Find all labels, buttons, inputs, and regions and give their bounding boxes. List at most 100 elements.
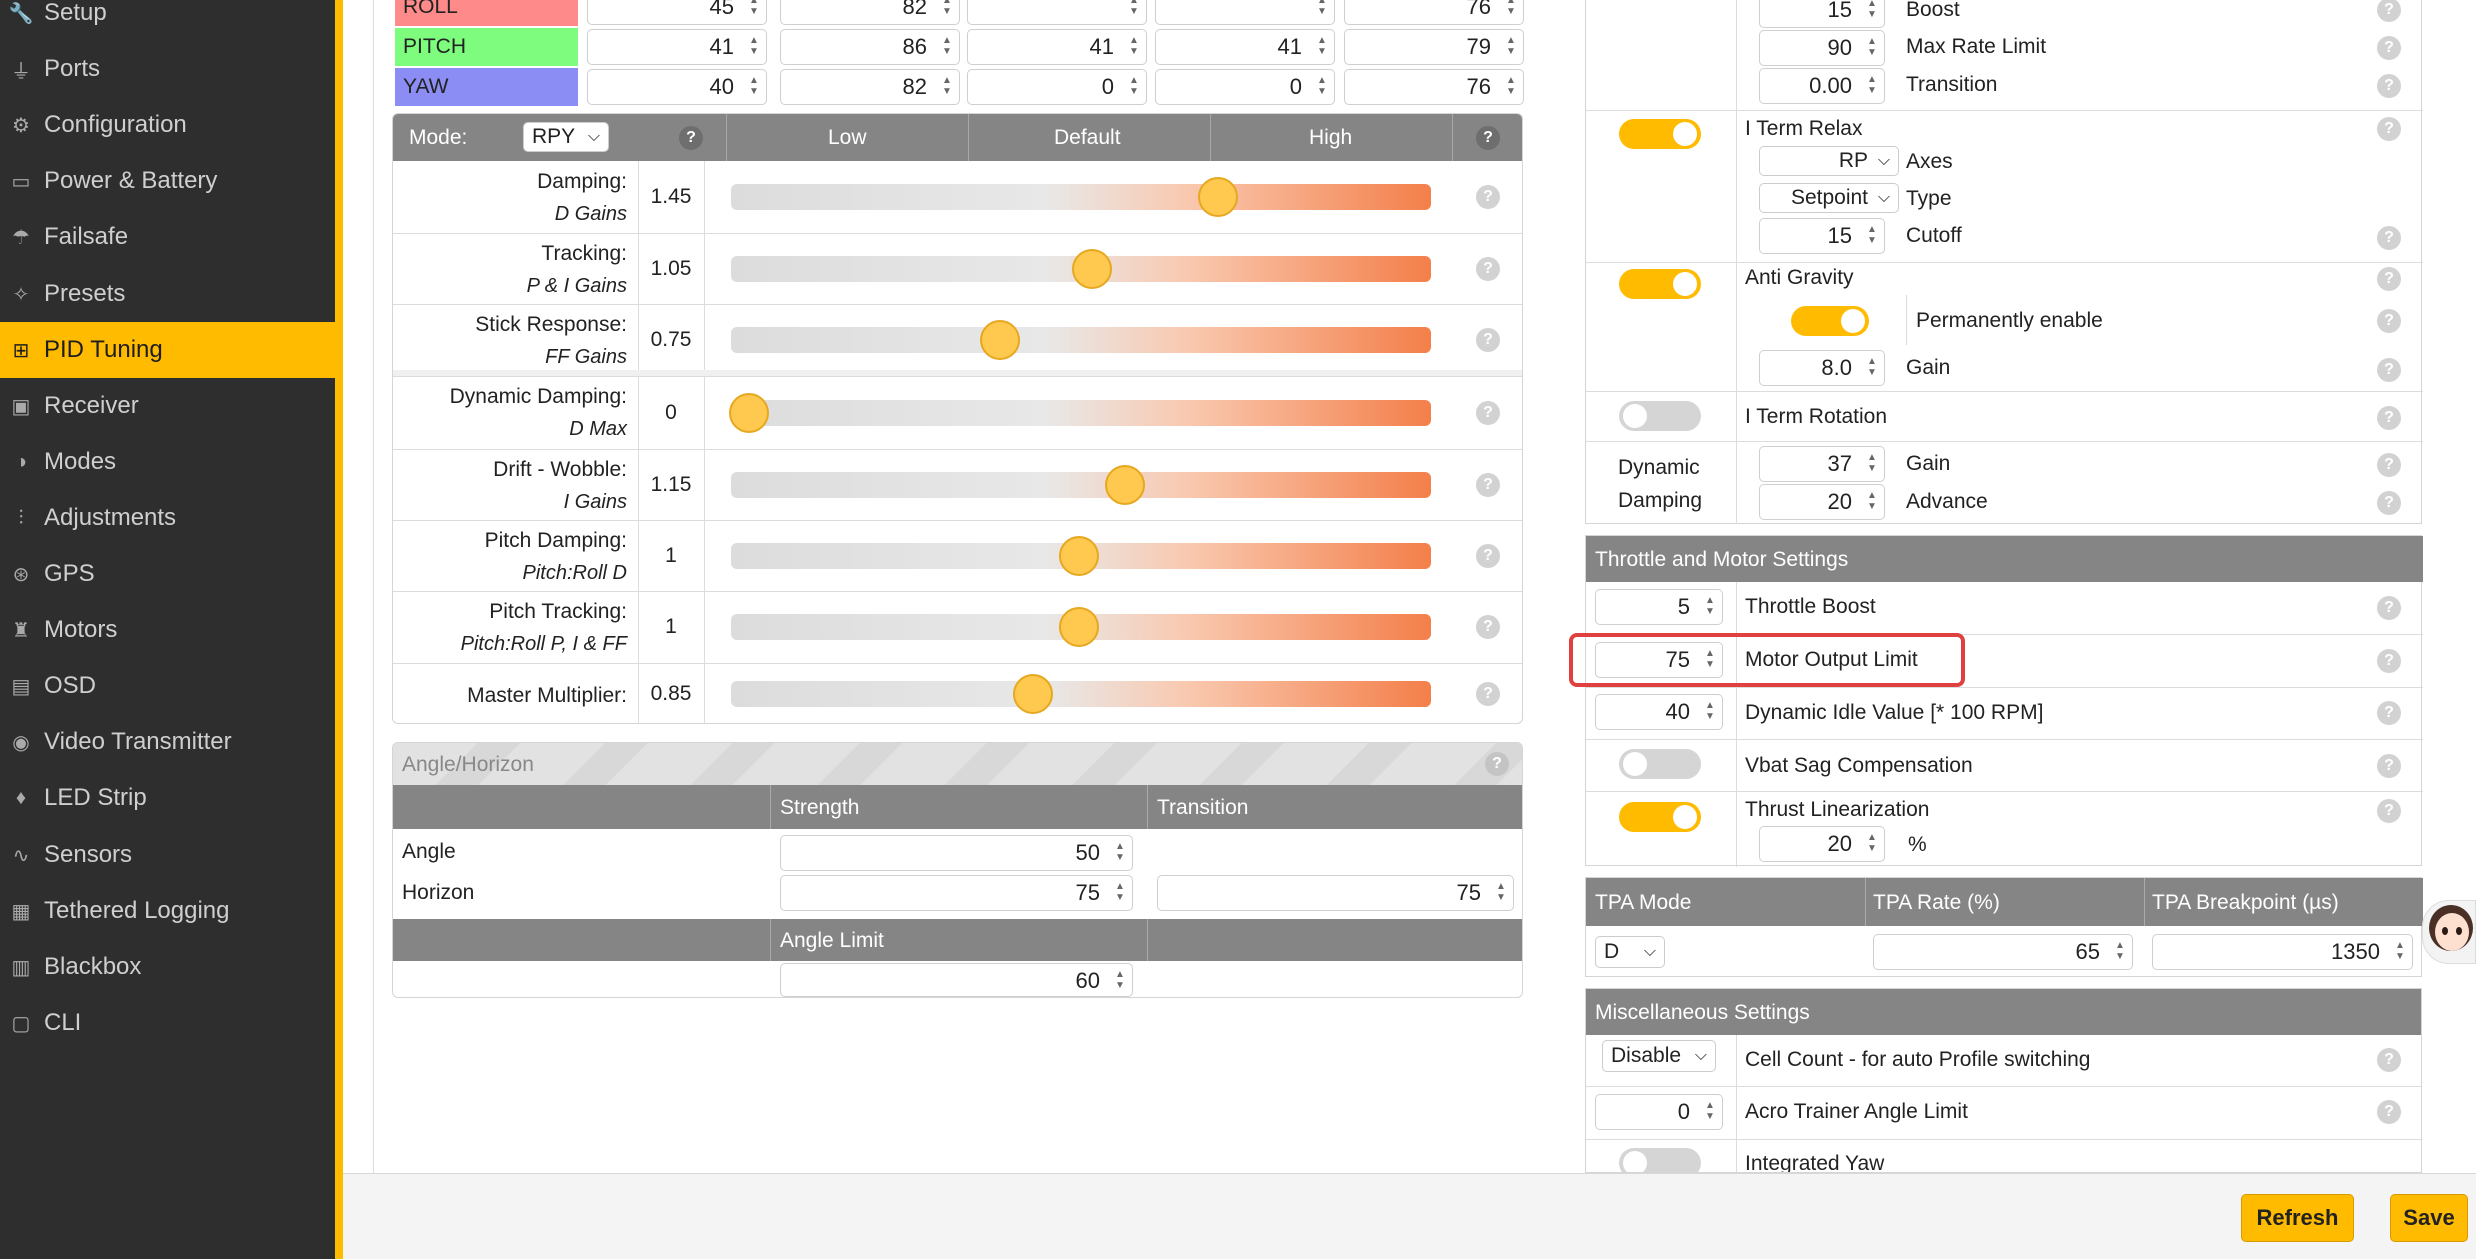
- dynamic-idle-input[interactable]: 40 ▲ ▼: [1595, 694, 1723, 730]
- mode-select[interactable]: RPY ⌵: [523, 122, 609, 152]
- anti-gravity-toggle[interactable]: [1619, 269, 1701, 299]
- spinner-arrows[interactable]: ▲ ▼: [941, 0, 953, 19]
- axes-select[interactable]: RP ⌵: [1759, 146, 1899, 176]
- avatar[interactable]: [2422, 900, 2476, 964]
- sidebar-item-pid-tuning[interactable]: ⊞ PID Tuning: [0, 322, 335, 378]
- pid-value-input[interactable]: 0 ▲ ▼: [1155, 69, 1335, 105]
- pid-value-input[interactable]: 41 ▲ ▼: [587, 29, 767, 65]
- spinner-arrows[interactable]: ▲ ▼: [941, 75, 953, 99]
- sidebar-item-modes[interactable]: ◑ Modes: [0, 434, 335, 490]
- spinner-arrows[interactable]: ▲ ▼: [1866, 356, 1878, 380]
- help-icon[interactable]: ?: [2377, 453, 2401, 477]
- pid-value-input[interactable]: 40 ▲ ▼: [587, 69, 767, 105]
- cutoff-input[interactable]: 15 ▲ ▼: [1759, 218, 1885, 254]
- anti-gravity-gain-input[interactable]: 8.0 ▲ ▼: [1759, 350, 1885, 386]
- help-icon[interactable]: ?: [679, 126, 703, 150]
- help-icon[interactable]: ?: [2377, 117, 2401, 141]
- slider-track[interactable]: [731, 184, 1431, 210]
- spinner-arrows[interactable]: ▲ ▼: [1704, 1100, 1716, 1124]
- pid-value-input[interactable]: 82 ▲ ▼: [780, 69, 960, 105]
- slider-track[interactable]: [731, 471, 1431, 498]
- pid-value-input[interactable]: 0 ▲ ▼: [967, 69, 1147, 105]
- help-icon[interactable]: ?: [2377, 36, 2401, 60]
- horizon-transition-input[interactable]: 75 ▲ ▼: [1157, 875, 1514, 911]
- help-icon[interactable]: ?: [2377, 491, 2401, 515]
- slider-track[interactable]: [731, 327, 1431, 353]
- help-icon[interactable]: ?: [1485, 752, 1509, 776]
- sidebar-item-presets[interactable]: ✧ Presets: [0, 266, 335, 322]
- help-icon[interactable]: ?: [1476, 328, 1500, 352]
- acro-trainer-input[interactable]: 0 ▲ ▼: [1595, 1094, 1723, 1130]
- spinner-arrows[interactable]: ▲ ▼: [748, 35, 760, 59]
- spinner-arrows[interactable]: ▲ ▼: [2114, 940, 2126, 964]
- pid-value-input[interactable]: 45 ▲ ▼: [587, 0, 767, 25]
- spinner-arrows[interactable]: ▲ ▼: [1316, 0, 1328, 19]
- spinner-arrows[interactable]: ▲ ▼: [1866, 224, 1878, 248]
- sidebar-item-failsafe[interactable]: ☂ Failsafe: [0, 209, 335, 265]
- slider-thumb[interactable]: [1072, 248, 1113, 289]
- pid-value-input[interactable]: ▲ ▼: [1155, 0, 1335, 25]
- sidebar-item-power-battery[interactable]: ▭ Power & Battery: [0, 153, 335, 209]
- help-icon[interactable]: ?: [1476, 543, 1500, 568]
- spinner-arrows[interactable]: ▲ ▼: [1114, 881, 1126, 905]
- help-icon[interactable]: ?: [2377, 1100, 2401, 1124]
- sidebar-item-setup[interactable]: 🔧 Setup: [0, 0, 335, 41]
- sidebar-item-gps[interactable]: ⊛ GPS: [0, 546, 335, 602]
- horizon-strength-input[interactable]: 75 ▲ ▼: [780, 875, 1133, 911]
- spinner-arrows[interactable]: ▲ ▼: [1505, 0, 1517, 19]
- spinner-arrows[interactable]: ▲ ▼: [2394, 940, 2406, 964]
- pid-value-input[interactable]: 82 ▲ ▼: [780, 0, 960, 25]
- help-icon[interactable]: ?: [2377, 799, 2401, 823]
- refresh-button[interactable]: Refresh: [2241, 1194, 2354, 1242]
- pid-value-input[interactable]: 41 ▲ ▼: [967, 29, 1147, 65]
- help-icon[interactable]: ?: [2377, 1048, 2401, 1072]
- sidebar-item-led-strip[interactable]: ♦ LED Strip: [0, 770, 335, 826]
- spinner-arrows[interactable]: ▲ ▼: [1128, 0, 1140, 19]
- angle-limit-input[interactable]: 60 ▲ ▼: [780, 963, 1133, 997]
- spinner-arrows[interactable]: ▲ ▼: [1316, 75, 1328, 99]
- help-icon[interactable]: ?: [2377, 701, 2401, 725]
- help-icon[interactable]: ?: [1476, 256, 1500, 281]
- spinner-arrows[interactable]: ▲ ▼: [1866, 0, 1878, 22]
- spinner-arrows[interactable]: ▲ ▼: [1866, 832, 1878, 856]
- spinner-arrows[interactable]: ▲ ▼: [1866, 74, 1878, 98]
- help-icon[interactable]: ?: [2377, 358, 2401, 382]
- slider-thumb[interactable]: [1012, 674, 1053, 714]
- type-select[interactable]: Setpoint ⌵: [1759, 183, 1899, 213]
- vbat-sag-toggle[interactable]: [1619, 749, 1701, 779]
- dd-advance-input[interactable]: 20 ▲ ▼: [1759, 484, 1885, 520]
- tpa-rate-input[interactable]: 65 ▲ ▼: [1873, 934, 2133, 970]
- help-icon[interactable]: ?: [2377, 649, 2401, 673]
- transition-input[interactable]: 0.00 ▲ ▼: [1759, 68, 1885, 104]
- slider-track[interactable]: [731, 681, 1431, 707]
- help-icon[interactable]: ?: [2377, 596, 2401, 620]
- tpa-mode-select[interactable]: D ⌵: [1595, 936, 1665, 968]
- integrated-yaw-toggle[interactable]: [1619, 1148, 1701, 1172]
- sidebar-item-configuration[interactable]: ⚙ Configuration: [0, 97, 335, 153]
- slider-thumb[interactable]: [1059, 535, 1099, 576]
- sidebar-item-cli[interactable]: ▢ CLI: [0, 995, 335, 1051]
- spinner-arrows[interactable]: ▲ ▼: [1866, 452, 1878, 476]
- spinner-arrows[interactable]: ▲ ▼: [1495, 881, 1507, 905]
- slider-track[interactable]: [731, 399, 1431, 426]
- help-icon[interactable]: ?: [1476, 185, 1500, 209]
- permanently-enable-toggle[interactable]: [1791, 306, 1869, 336]
- sidebar-item-blackbox[interactable]: ▥ Blackbox: [0, 939, 335, 995]
- spinner-arrows[interactable]: ▲ ▼: [941, 35, 953, 59]
- help-icon[interactable]: ?: [2377, 406, 2401, 430]
- spinner-arrows[interactable]: ▲ ▼: [1128, 75, 1140, 99]
- help-icon[interactable]: ?: [2377, 74, 2401, 98]
- slider-thumb[interactable]: [979, 320, 1020, 360]
- sidebar-item-ports[interactable]: ⏚ Ports: [0, 41, 335, 97]
- thrust-linearization-toggle[interactable]: [1619, 802, 1701, 832]
- iterm-relax-toggle[interactable]: [1619, 119, 1701, 149]
- spinner-arrows[interactable]: ▲ ▼: [1505, 75, 1517, 99]
- sidebar-item-sensors[interactable]: ∿ Sensors: [0, 827, 335, 883]
- save-button[interactable]: Save: [2390, 1194, 2468, 1242]
- dd-gain-input[interactable]: 37 ▲ ▼: [1759, 446, 1885, 482]
- pid-value-input[interactable]: ▲ ▼: [967, 0, 1147, 25]
- angle-strength-input[interactable]: 50 ▲ ▼: [780, 835, 1133, 871]
- help-icon[interactable]: ?: [1476, 400, 1500, 425]
- sidebar-item-receiver[interactable]: ▣ Receiver: [0, 378, 335, 434]
- help-icon[interactable]: ?: [1476, 126, 1500, 150]
